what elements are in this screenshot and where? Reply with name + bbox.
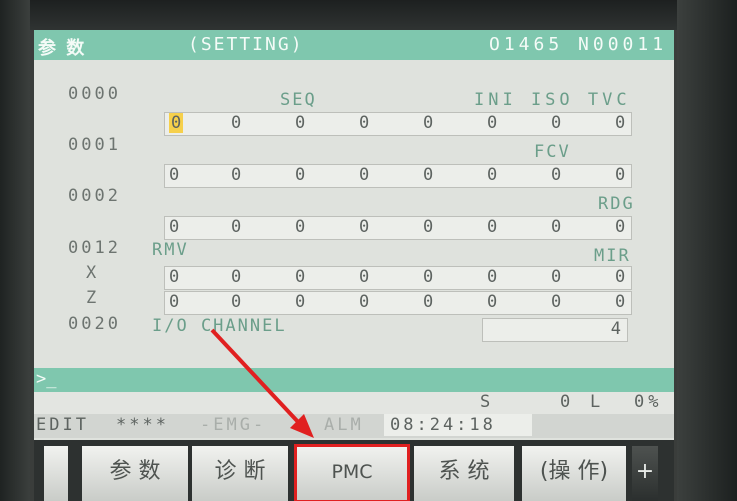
param-number: 0000 <box>68 84 121 104</box>
bit-cell[interactable]: 0 <box>547 165 605 187</box>
param-bit-row: 0 0 0 0 0 0 0 0 <box>164 266 632 290</box>
io-channel-value[interactable]: 4 <box>482 318 628 342</box>
param-bit-row: 0 0 0 0 0 0 0 0 <box>164 216 632 240</box>
bit-cell[interactable]: 0 <box>419 267 477 289</box>
bit-cell[interactable]: 0 <box>483 113 541 135</box>
param-label: I/O CHANNEL <box>152 316 287 336</box>
param-number: 0002 <box>68 186 121 206</box>
bit-cell[interactable]: 0 <box>419 292 477 314</box>
param-number: 0020 <box>68 314 121 334</box>
screen-name: 参 数 <box>38 38 87 59</box>
softkey-bar: 参 数 诊 断 PMC 系 统 (操 作) + <box>34 440 674 501</box>
bit-cell[interactable]: 0 <box>611 292 669 314</box>
bit-cell[interactable]: 0 <box>165 292 223 314</box>
param-label: INI ISO TVC <box>474 90 631 110</box>
emergency-indicator: -EMG- <box>200 415 267 435</box>
bit-cell[interactable]: 0 <box>611 113 669 135</box>
bit-cell[interactable]: 0 <box>419 165 477 187</box>
bit-cell[interactable]: 0 <box>611 267 669 289</box>
monitor-bezel-right <box>677 0 737 501</box>
bit-cell[interactable]: 0 <box>419 113 477 135</box>
bit-cell[interactable]: 0 <box>227 217 285 239</box>
clock-time: 08:24:18 <box>390 415 496 435</box>
bit-cell[interactable]: 0 <box>165 165 223 187</box>
bit-cell[interactable]: 0 <box>483 165 541 187</box>
param-label: RDG <box>598 194 635 214</box>
bit-cell[interactable]: 0 <box>291 292 349 314</box>
param-bit-row: 0 0 0 0 0 0 0 0 <box>164 164 632 188</box>
param-label: RMV <box>152 240 189 260</box>
bit-cell[interactable]: 0 <box>483 217 541 239</box>
bit-cell[interactable]: 0 <box>419 217 477 239</box>
status-stars: **** <box>116 415 169 435</box>
bit-cell[interactable]: 0 <box>611 217 669 239</box>
bit-cell[interactable]: 0 <box>483 267 541 289</box>
param-number: 0001 <box>68 135 121 155</box>
mode-status-line: EDIT **** -EMG- ALM 08:24:18 <box>34 414 674 438</box>
monitor-bezel-left <box>0 0 30 501</box>
axis-label: X <box>86 263 100 283</box>
softkey-return[interactable] <box>44 446 68 501</box>
bit-cell[interactable]: 0 <box>547 292 605 314</box>
bit-cell[interactable]: 0 <box>547 217 605 239</box>
cnc-screen: 参 数 (SETTING) O1465 N00011 0000 SEQ INI … <box>34 30 674 460</box>
mode-indicator: EDIT <box>36 415 89 435</box>
clock-box: 08:24:18 <box>384 414 532 436</box>
param-bit-row: 0 0 0 0 0 0 0 0 <box>164 291 632 315</box>
softkey-pmc[interactable]: PMC <box>294 444 410 501</box>
bit-cell[interactable]: 0 <box>165 267 223 289</box>
bit-cell[interactable]: 0 <box>355 165 413 187</box>
softkey-operation[interactable]: (操 作) <box>522 446 626 501</box>
softkey-next[interactable]: + <box>632 446 658 501</box>
bit-cell[interactable]: 0 <box>227 165 285 187</box>
bit-cell[interactable]: 0 <box>355 217 413 239</box>
softkey-diagnosis[interactable]: 诊 断 <box>192 446 288 501</box>
bit-cell[interactable]: 0 <box>355 292 413 314</box>
softkey-param[interactable]: 参 数 <box>82 446 188 501</box>
spindle-status-line: S 0 L 0% <box>34 392 674 414</box>
bit-cell[interactable]: 0 <box>483 292 541 314</box>
bit-cell[interactable]: 0 <box>611 165 669 187</box>
bit-cell[interactable]: 0 <box>291 217 349 239</box>
param-label: SEQ <box>280 90 317 110</box>
alarm-indicator: ALM <box>324 415 364 435</box>
param-bit-row: 0 0 0 0 0 0 0 0 <box>164 112 632 136</box>
axis-label: Z <box>86 288 100 308</box>
bit-cell[interactable]: 0 <box>291 165 349 187</box>
softkey-system[interactable]: 系 统 <box>414 446 514 501</box>
program-number: O1465 N00011 <box>489 34 668 55</box>
bit-cell[interactable]: 0 <box>547 113 605 135</box>
bit-cell[interactable]: 0 <box>547 267 605 289</box>
param-number: 0012 <box>68 238 121 258</box>
bit-cell[interactable]: 0 <box>355 113 413 135</box>
bit-cell[interactable]: 0 <box>291 267 349 289</box>
bit-cell[interactable]: 0 <box>227 292 285 314</box>
cursor-cell: 0 <box>169 113 184 133</box>
bit-cell[interactable]: 0 <box>291 113 349 135</box>
param-label: MIR <box>594 246 631 266</box>
bit-cell[interactable]: 0 <box>227 267 285 289</box>
param-label: FCV <box>534 142 571 162</box>
input-line[interactable]: >_ <box>34 368 674 392</box>
bit-cell[interactable]: 0 <box>355 267 413 289</box>
title-bar: 参 数 (SETTING) O1465 N00011 <box>34 30 674 60</box>
monitor-bezel-top <box>0 0 737 30</box>
bit-cell[interactable]: 0 <box>165 217 223 239</box>
bit-cell[interactable]: 0 <box>227 113 285 135</box>
mode-label: (SETTING) <box>188 34 304 55</box>
bit-cell[interactable]: 0 <box>165 113 223 135</box>
